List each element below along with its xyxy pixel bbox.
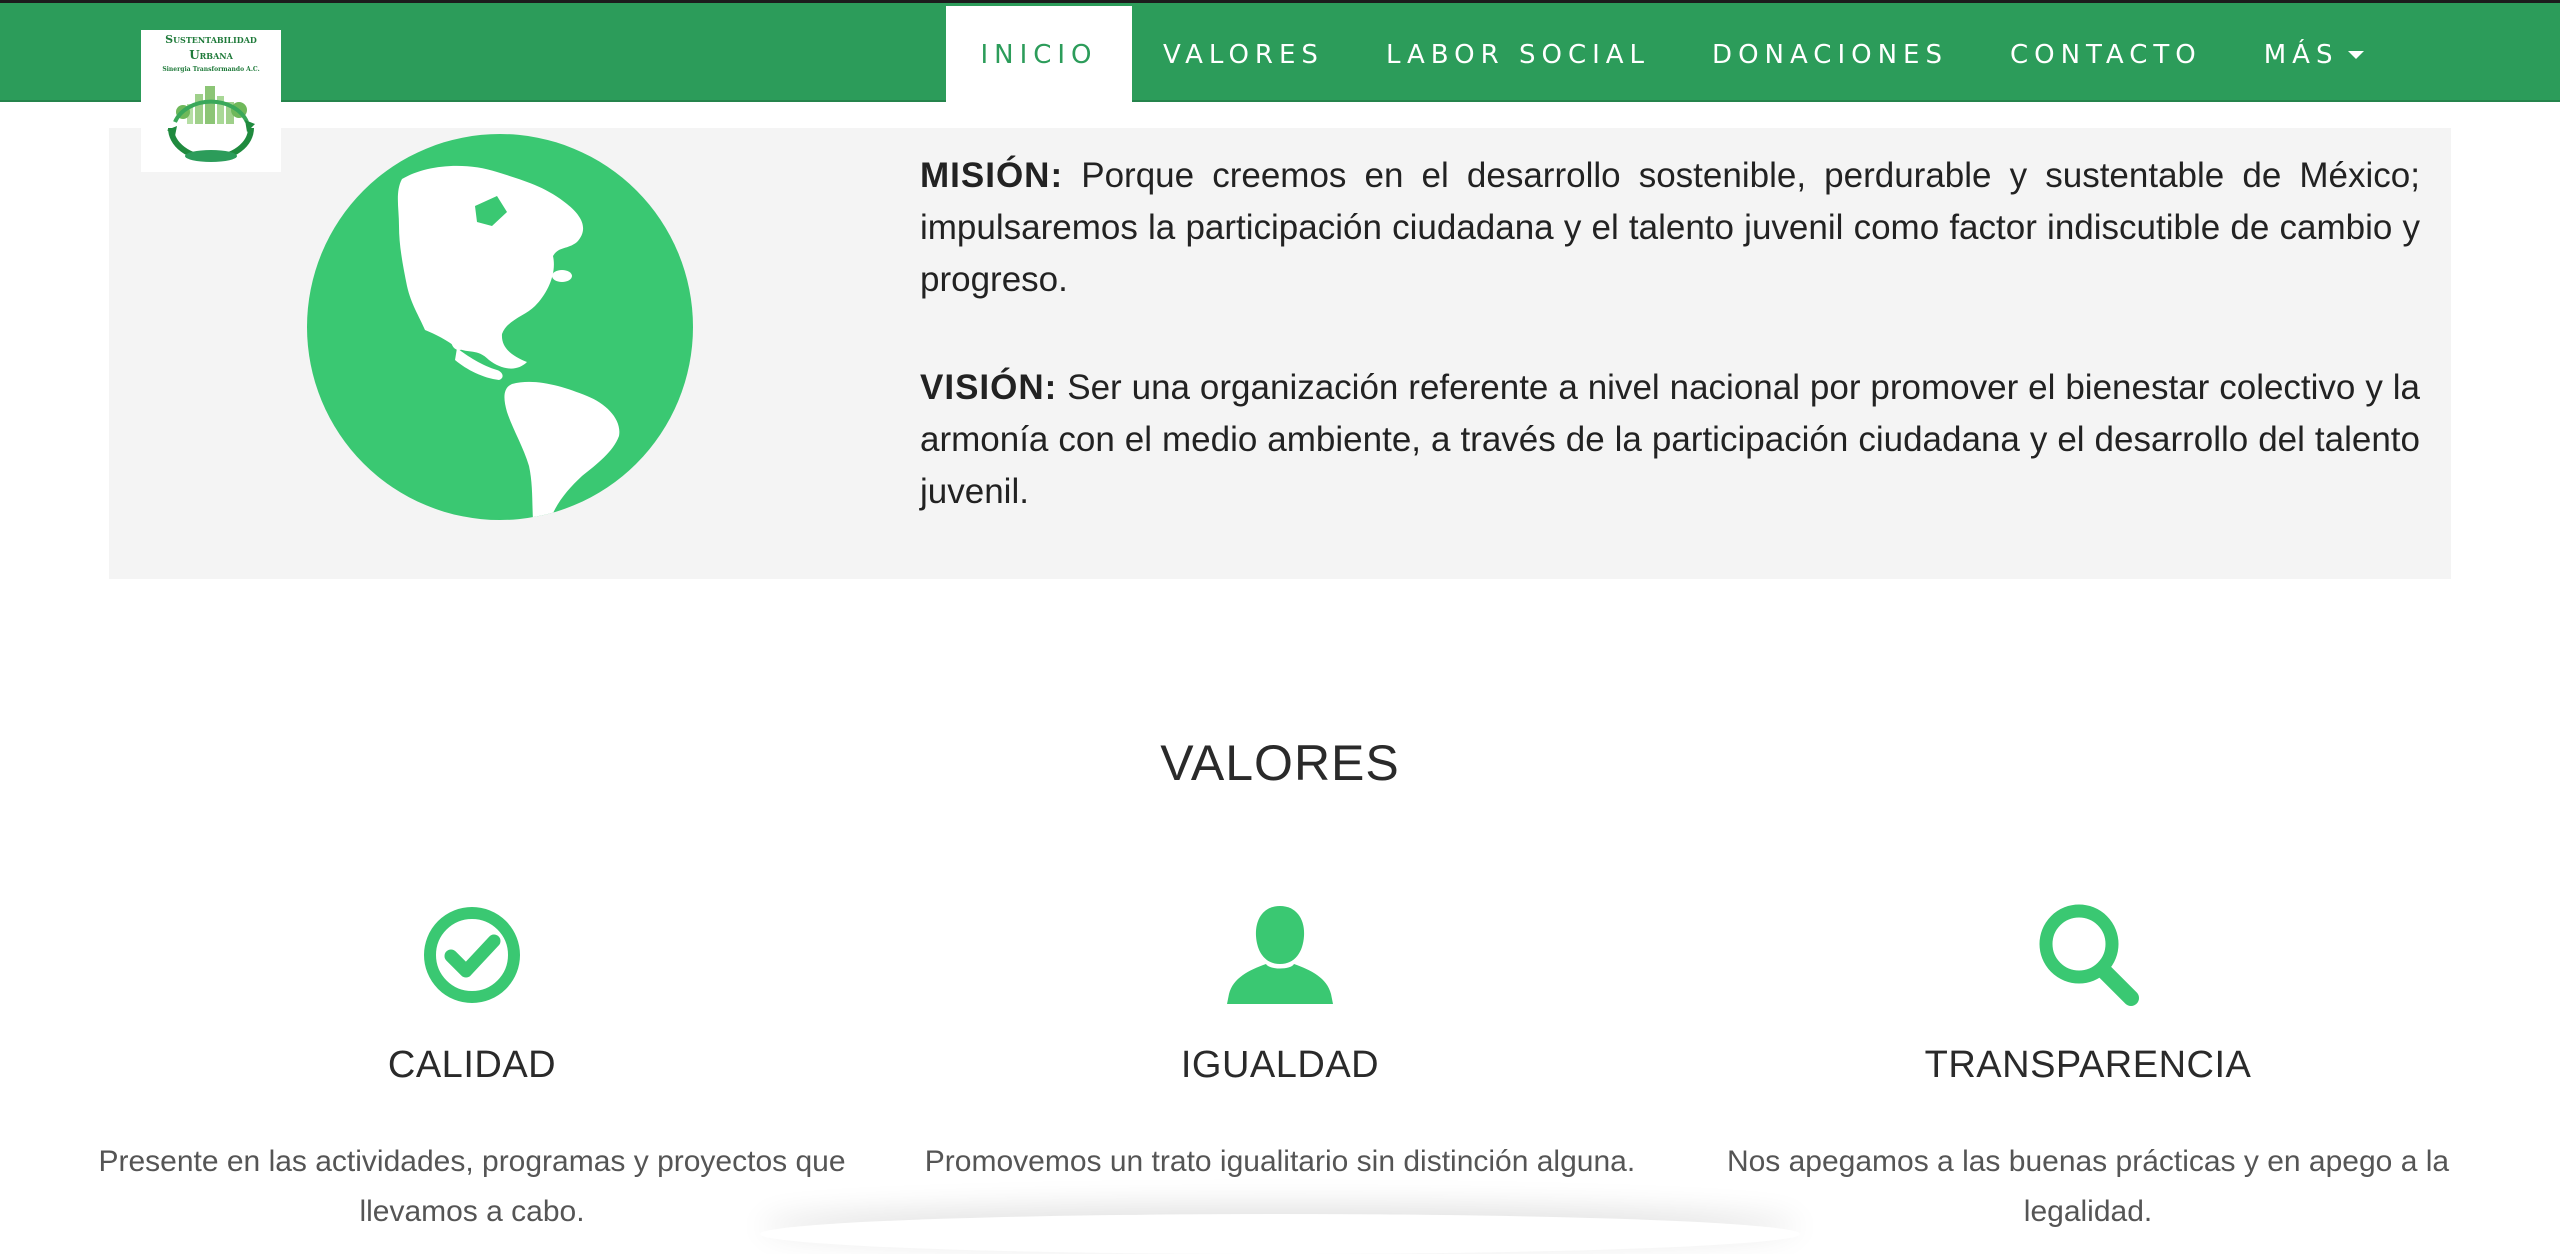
user-icon <box>1227 906 1333 1004</box>
nav-item-mas-dropdown[interactable]: MÁS <box>2233 6 2396 103</box>
mission-heading: MISIÓN: <box>920 156 1064 195</box>
nav-item-contacto[interactable]: CONTACTO <box>1979 6 2233 103</box>
value-text-transparencia: Nos apegamos a las buenas prácticas y en… <box>1726 1145 2450 1228</box>
value-card-igualdad: IGUALDAD Promovemos un trato igualitario… <box>870 900 1690 1187</box>
scroll-shadow <box>760 1214 1800 1254</box>
value-card-calidad: CALIDAD Presente en las actividades, pro… <box>62 900 882 1237</box>
site-logo[interactable]: Sustentabilidad Urbana Sinergia Transfor… <box>141 30 281 172</box>
mission-body: Porque creemos en el desarrollo sostenib… <box>920 156 2420 299</box>
nav-item-mas-label: MÁS <box>2263 39 2339 70</box>
logo-text-line3: Sinergia Transformando A.C. <box>162 66 260 73</box>
recycle-city-logo-icon <box>167 86 255 162</box>
value-card-transparencia: TRANSPARENCIA Nos apegamos a las buenas … <box>1678 900 2498 1237</box>
globe-americas-icon <box>307 134 693 520</box>
value-title-calidad: CALIDAD <box>387 1044 557 1086</box>
search-icon <box>2039 904 2139 1006</box>
value-title-transparencia: TRANSPARENCIA <box>1924 1044 2252 1086</box>
main-nav: INICIO VALORES LABOR SOCIAL DONACIONES C… <box>946 6 2395 103</box>
nav-item-valores[interactable]: VALORES <box>1132 6 1355 103</box>
logo-text-line2: Urbana <box>189 48 233 62</box>
caret-down-icon <box>2348 50 2365 59</box>
nav-item-inicio[interactable]: INICIO <box>946 6 1132 103</box>
vision-paragraph: VISIÓN: Ser una organización referente a… <box>920 362 2420 518</box>
value-text-igualdad: Promovemos un trato igualitario sin dist… <box>924 1145 1636 1178</box>
vision-body: Ser una organización referente a nivel n… <box>920 368 2420 511</box>
valores-section-title: VALORES <box>1160 735 1400 791</box>
vision-heading: VISIÓN: <box>920 368 1058 407</box>
top-navbar: INICIO VALORES LABOR SOCIAL DONACIONES C… <box>0 0 2560 103</box>
value-text-calidad: Presente en las actividades, programas y… <box>98 1145 846 1228</box>
value-title-igualdad: IGUALDAD <box>1180 1044 1380 1086</box>
nav-item-labor-social[interactable]: LABOR SOCIAL <box>1355 6 1681 103</box>
mission-vision-text: MISIÓN: Porque creemos en el desarrollo … <box>920 150 2420 518</box>
nav-item-donaciones[interactable]: DONACIONES <box>1681 6 1979 103</box>
logo-text-line1: Sustentabilidad <box>165 33 257 46</box>
check-circle-icon <box>424 907 520 1003</box>
mission-paragraph: MISIÓN: Porque creemos en el desarrollo … <box>920 150 2420 306</box>
